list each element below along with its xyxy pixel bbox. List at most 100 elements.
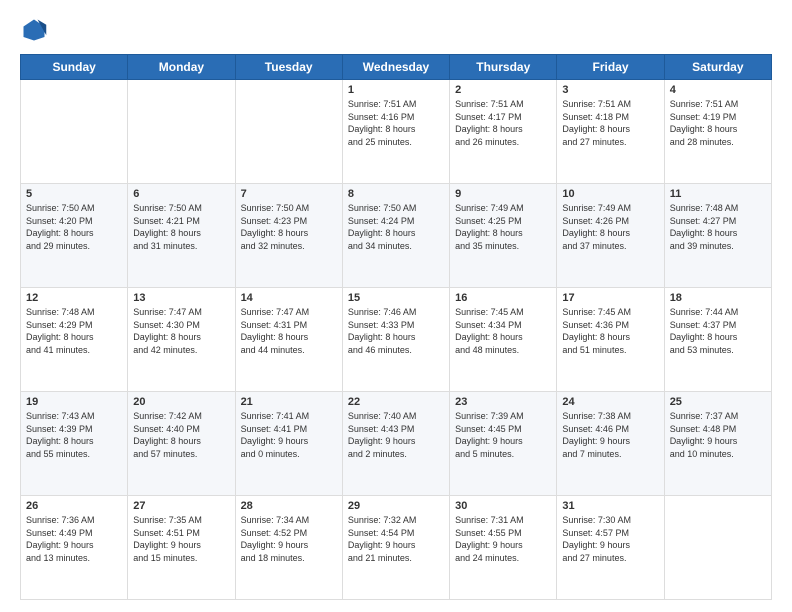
day-number: 28 [241,500,337,512]
calendar-cell [128,80,235,184]
calendar-cell: 13 Sunrise: 7:47 AM Sunset: 4:30 PM Dayli… [128,288,235,392]
day-number: 16 [455,292,551,304]
calendar-cell: 4Sunrise: 7:51 AM Sunset: 4:19 PM Daylig… [664,80,771,184]
day-number: 25 [670,396,766,408]
day-data: Sunrise: 7:46 AM Sunset: 4:33 PM Dayligh… [348,306,444,356]
calendar-cell: 25 Sunrise: 7:37 AM Sunset: 4:48 PM Dayli… [664,392,771,496]
calendar-cell: 30 Sunrise: 7:31 AM Sunset: 4:55 PM Dayli… [450,496,557,600]
day-data: Sunrise: 7:51 AM Sunset: 4:19 PM Dayligh… [670,98,766,148]
day-number: 17 [562,292,658,304]
calendar-cell: 1 Sunrise: 7:51 AM Sunset: 4:16 PM Daylig… [342,80,449,184]
day-data: Sunrise: 7:34 AM Sunset: 4:52 PM Dayligh… [241,514,337,564]
calendar-header-tuesday: Tuesday [235,55,342,80]
day-number: 18 [670,292,766,304]
day-data: Sunrise: 7:48 AM Sunset: 4:27 PM Dayligh… [670,202,766,252]
calendar-week-4: 19Sunrise: 7:43 AM Sunset: 4:39 PM Dayli… [21,392,772,496]
calendar-cell: 24 Sunrise: 7:38 AM Sunset: 4:46 PM Dayli… [557,392,664,496]
day-data: Sunrise: 7:37 AM Sunset: 4:48 PM Dayligh… [670,410,766,460]
calendar-cell: 2 Sunrise: 7:51 AM Sunset: 4:17 PM Daylig… [450,80,557,184]
day-number: 8 [348,188,444,200]
calendar-cell: 26 Sunrise: 7:36 AM Sunset: 4:49 PM Dayli… [21,496,128,600]
day-number: 11 [670,188,766,200]
calendar-cell: 3 Sunrise: 7:51 AM Sunset: 4:18 PM Daylig… [557,80,664,184]
calendar-cell [235,80,342,184]
day-number: 7 [241,188,337,200]
day-data: Sunrise: 7:49 AM Sunset: 4:25 PM Dayligh… [455,202,551,252]
day-data: Sunrise: 7:38 AM Sunset: 4:46 PM Dayligh… [562,410,658,460]
day-number: 26 [26,500,122,512]
calendar-cell: 9Sunrise: 7:49 AM Sunset: 4:25 PM Daylig… [450,184,557,288]
day-number: 15 [348,292,444,304]
calendar-header-row: SundayMondayTuesdayWednesdayThursdayFrid… [21,55,772,80]
day-data: Sunrise: 7:31 AM Sunset: 4:55 PM Dayligh… [455,514,551,564]
day-number: 30 [455,500,551,512]
calendar-cell: 29 Sunrise: 7:32 AM Sunset: 4:54 PM Dayli… [342,496,449,600]
calendar-cell: 11 Sunrise: 7:48 AM Sunset: 4:27 PM Dayli… [664,184,771,288]
day-data: Sunrise: 7:32 AM Sunset: 4:54 PM Dayligh… [348,514,444,564]
day-number: 21 [241,396,337,408]
day-data: Sunrise: 7:39 AM Sunset: 4:45 PM Dayligh… [455,410,551,460]
day-data: Sunrise: 7:44 AM Sunset: 4:37 PM Dayligh… [670,306,766,356]
calendar-cell: 7 Sunrise: 7:50 AM Sunset: 4:23 PM Daylig… [235,184,342,288]
calendar-cell: 31 Sunrise: 7:30 AM Sunset: 4:57 PM Dayli… [557,496,664,600]
calendar-header-monday: Monday [128,55,235,80]
calendar-week-5: 26 Sunrise: 7:36 AM Sunset: 4:49 PM Dayli… [21,496,772,600]
day-data: Sunrise: 7:50 AM Sunset: 4:21 PM Dayligh… [133,202,229,252]
day-number: 13 [133,292,229,304]
calendar-week-3: 12Sunrise: 7:48 AM Sunset: 4:29 PM Dayli… [21,288,772,392]
calendar-cell: 14 Sunrise: 7:47 AM Sunset: 4:31 PM Dayli… [235,288,342,392]
calendar-cell [21,80,128,184]
day-data: Sunrise: 7:47 AM Sunset: 4:30 PM Dayligh… [133,306,229,356]
calendar: SundayMondayTuesdayWednesdayThursdayFrid… [20,54,772,600]
day-data: Sunrise: 7:30 AM Sunset: 4:57 PM Dayligh… [562,514,658,564]
logo-icon [20,16,48,44]
calendar-cell: 19Sunrise: 7:43 AM Sunset: 4:39 PM Dayli… [21,392,128,496]
day-number: 14 [241,292,337,304]
calendar-header-friday: Friday [557,55,664,80]
day-data: Sunrise: 7:36 AM Sunset: 4:49 PM Dayligh… [26,514,122,564]
day-data: Sunrise: 7:40 AM Sunset: 4:43 PM Dayligh… [348,410,444,460]
day-data: Sunrise: 7:45 AM Sunset: 4:36 PM Dayligh… [562,306,658,356]
day-data: Sunrise: 7:51 AM Sunset: 4:16 PM Dayligh… [348,98,444,148]
day-number: 12 [26,292,122,304]
calendar-cell: 23Sunrise: 7:39 AM Sunset: 4:45 PM Dayli… [450,392,557,496]
day-data: Sunrise: 7:50 AM Sunset: 4:23 PM Dayligh… [241,202,337,252]
calendar-cell: 8 Sunrise: 7:50 AM Sunset: 4:24 PM Daylig… [342,184,449,288]
day-number: 6 [133,188,229,200]
day-data: Sunrise: 7:51 AM Sunset: 4:18 PM Dayligh… [562,98,658,148]
day-number: 29 [348,500,444,512]
day-data: Sunrise: 7:42 AM Sunset: 4:40 PM Dayligh… [133,410,229,460]
day-data: Sunrise: 7:45 AM Sunset: 4:34 PM Dayligh… [455,306,551,356]
calendar-header-sunday: Sunday [21,55,128,80]
calendar-cell [664,496,771,600]
calendar-week-1: 1 Sunrise: 7:51 AM Sunset: 4:16 PM Daylig… [21,80,772,184]
calendar-header-thursday: Thursday [450,55,557,80]
day-number: 31 [562,500,658,512]
day-number: 2 [455,84,551,96]
calendar-cell: 27Sunrise: 7:35 AM Sunset: 4:51 PM Dayli… [128,496,235,600]
calendar-header-wednesday: Wednesday [342,55,449,80]
day-number: 1 [348,84,444,96]
calendar-cell: 10 Sunrise: 7:49 AM Sunset: 4:26 PM Dayli… [557,184,664,288]
calendar-cell: 6 Sunrise: 7:50 AM Sunset: 4:21 PM Daylig… [128,184,235,288]
day-data: Sunrise: 7:41 AM Sunset: 4:41 PM Dayligh… [241,410,337,460]
day-number: 22 [348,396,444,408]
page: SundayMondayTuesdayWednesdayThursdayFrid… [0,0,792,612]
day-number: 10 [562,188,658,200]
logo [20,16,52,44]
calendar-cell: 21 Sunrise: 7:41 AM Sunset: 4:41 PM Dayli… [235,392,342,496]
calendar-header-saturday: Saturday [664,55,771,80]
day-data: Sunrise: 7:51 AM Sunset: 4:17 PM Dayligh… [455,98,551,148]
day-number: 27 [133,500,229,512]
day-data: Sunrise: 7:47 AM Sunset: 4:31 PM Dayligh… [241,306,337,356]
day-data: Sunrise: 7:49 AM Sunset: 4:26 PM Dayligh… [562,202,658,252]
calendar-cell: 17 Sunrise: 7:45 AM Sunset: 4:36 PM Dayli… [557,288,664,392]
day-data: Sunrise: 7:50 AM Sunset: 4:20 PM Dayligh… [26,202,122,252]
day-number: 24 [562,396,658,408]
calendar-cell: 20 Sunrise: 7:42 AM Sunset: 4:40 PM Dayli… [128,392,235,496]
calendar-cell: 15 Sunrise: 7:46 AM Sunset: 4:33 PM Dayli… [342,288,449,392]
day-number: 20 [133,396,229,408]
day-data: Sunrise: 7:50 AM Sunset: 4:24 PM Dayligh… [348,202,444,252]
day-number: 3 [562,84,658,96]
calendar-week-2: 5Sunrise: 7:50 AM Sunset: 4:20 PM Daylig… [21,184,772,288]
